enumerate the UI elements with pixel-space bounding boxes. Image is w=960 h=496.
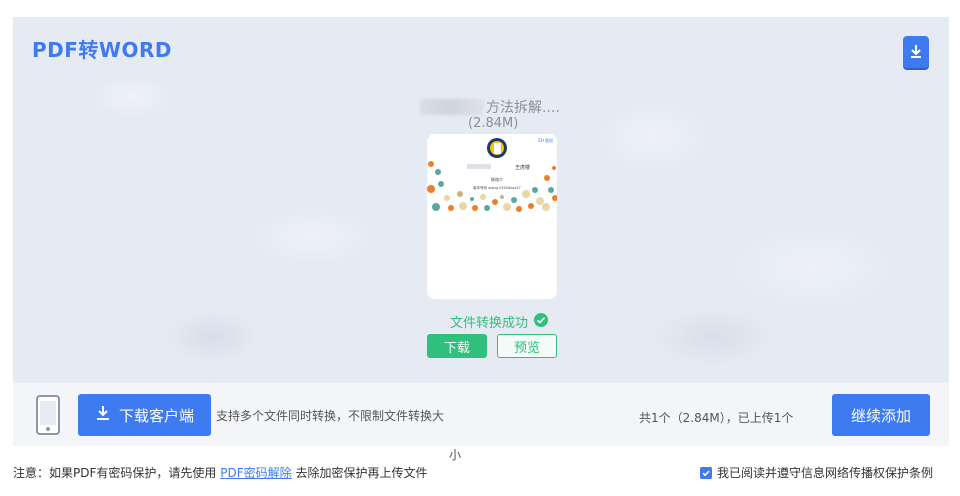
preview-button[interactable]: 预览 <box>497 334 557 358</box>
status-text: 文件转换成功 <box>450 316 529 331</box>
preview-name: 王虎楼 <box>515 164 530 171</box>
file-size: (2.84M) <box>468 116 519 131</box>
download-client-button[interactable]: 下载客户端 <box>78 394 211 436</box>
file-name-suffix: 方法拆解.... <box>486 100 560 116</box>
check-circle-icon <box>534 312 549 331</box>
phone-icon <box>36 395 60 439</box>
preview-line-3: 版本号码 xiang:13504xxx27 <box>473 185 521 190</box>
file-preview-thumbnail[interactable]: ZH 版权 王虎楼 联络介 版本号码 xiang:13504xxx27 <box>427 134 557 299</box>
conversion-status: 文件转换成功 <box>450 312 549 331</box>
preview-tag: ZH 版权 <box>538 137 553 143</box>
agreement-text: 我已阅读并遵守信息网络传播权保护条例 <box>717 466 934 480</box>
download-button[interactable]: 下载 <box>427 334 487 358</box>
note-prefix: 注意：如果PDF有密码保护，请先使用 <box>13 466 217 480</box>
support-text-wrap: 小 <box>449 448 462 462</box>
continue-add-button[interactable]: 继续添加 <box>832 394 930 436</box>
download-arrow-icon <box>95 405 111 425</box>
password-note: 注意：如果PDF有密码保护，请先使用 PDF密码解除 去除加密保护再上传文件 <box>13 464 427 481</box>
download-client-label: 下载客户端 <box>118 406 194 425</box>
note-suffix: 去除加密保护再上传文件 <box>295 466 428 480</box>
upload-count: 共1个（2.84M），已上传1个 <box>639 411 794 425</box>
page-title: PDF转WORD <box>32 38 172 62</box>
support-text: 支持多个文件同时转换，不限制文件转换大 <box>216 409 445 423</box>
pdf-unlock-link[interactable]: PDF密码解除 <box>220 466 291 480</box>
blurred-name <box>420 99 484 115</box>
file-name: 方法拆解.... <box>420 97 570 117</box>
agreement: 我已阅读并遵守信息网络传播权保护条例 <box>700 464 933 481</box>
preview-line-2: 联络介 <box>491 176 503 182</box>
preview-artwork: ZH 版权 王虎楼 联络介 版本号码 xiang:13504xxx27 <box>427 137 557 212</box>
download-badge-icon[interactable] <box>903 36 929 68</box>
checkbox-checked-icon[interactable] <box>700 466 712 479</box>
